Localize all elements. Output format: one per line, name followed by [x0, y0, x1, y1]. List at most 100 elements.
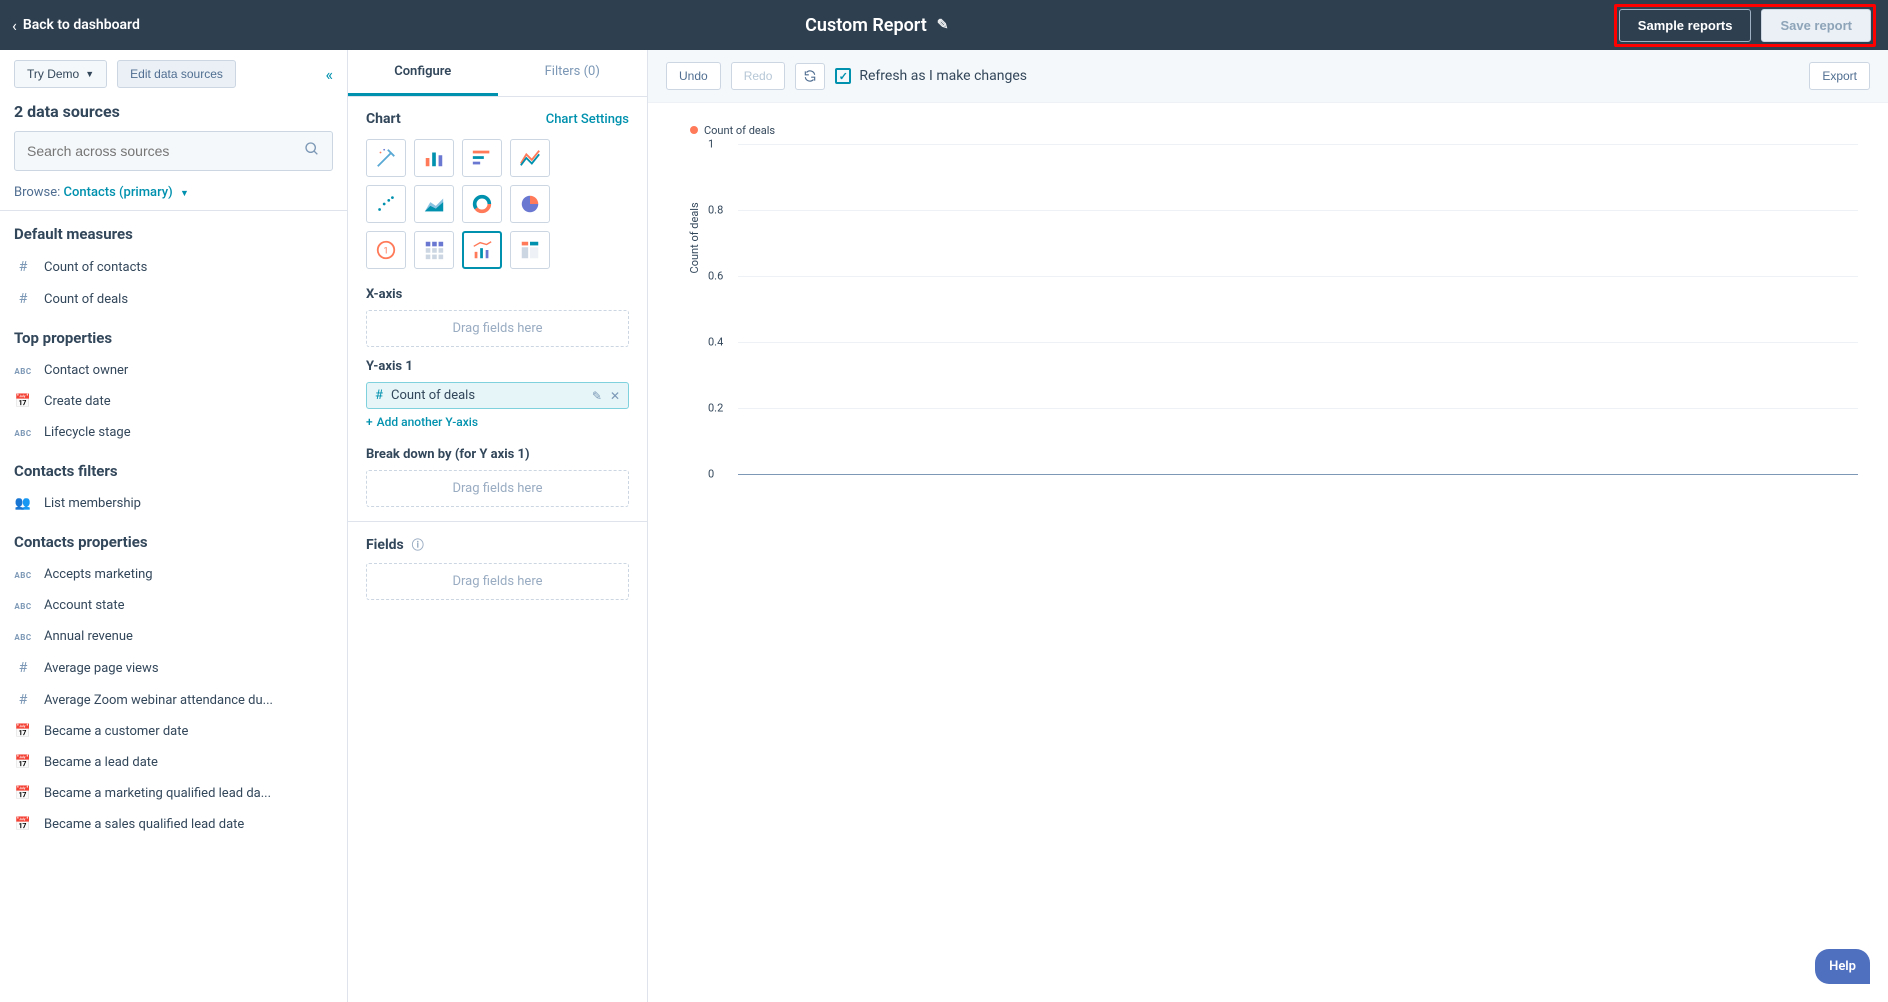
add-y-axis-link[interactable]: + Add another Y-axis	[366, 415, 478, 429]
refresh-button[interactable]	[795, 63, 825, 90]
export-button[interactable]: Export	[1809, 62, 1870, 90]
try-demo-button[interactable]: Try Demo ▼	[14, 60, 107, 88]
browse-source-dropdown[interactable]: Contacts (primary) ▼	[64, 185, 189, 200]
chart-settings-link[interactable]: Chart Settings	[546, 112, 629, 127]
field-list-membership[interactable]: List membership	[0, 488, 347, 519]
collapse-panel-icon[interactable]: «	[325, 65, 333, 84]
header-actions-highlight: Sample reports Save report	[1614, 4, 1876, 47]
y-axis-label: Y-axis 1	[366, 359, 629, 374]
browse-label: Browse:	[14, 185, 60, 200]
field-average-page-views[interactable]: Average page views	[0, 652, 347, 684]
plus-icon: +	[366, 415, 373, 429]
chevron-left-icon: ‹	[12, 16, 17, 35]
x-axis-line	[738, 474, 1858, 475]
field-became-sql-date[interactable]: Became a sales qualified lead date	[0, 809, 347, 840]
section-contacts-properties: Contacts properties	[0, 519, 347, 559]
chart-type-scatter[interactable]	[366, 185, 406, 223]
field-label: Became a customer date	[44, 724, 188, 739]
chart-type-line[interactable]	[510, 139, 550, 177]
edit-field-icon[interactable]: ✎	[592, 389, 602, 403]
search-input-wrap[interactable]	[14, 131, 333, 171]
field-label: Lifecycle stage	[44, 425, 131, 440]
search-input[interactable]	[27, 143, 304, 159]
y-axis-chip-label: Count of deals	[391, 388, 584, 403]
field-accepts-marketing[interactable]: Accepts marketing	[0, 559, 347, 590]
field-count-of-deals[interactable]: Count of deals	[0, 283, 347, 315]
chart-type-table[interactable]	[414, 231, 454, 269]
auto-refresh-toggle[interactable]: ✓ Refresh as I make changes	[835, 68, 1027, 84]
redo-button[interactable]: Redo	[731, 62, 786, 90]
field-became-lead-date[interactable]: Became a lead date	[0, 747, 347, 778]
field-label: Average Zoom webinar attendance du...	[44, 693, 273, 708]
date-icon	[14, 786, 32, 801]
field-label: Account state	[44, 598, 125, 613]
sample-reports-button[interactable]: Sample reports	[1619, 9, 1752, 42]
chart-type-pivot[interactable]	[510, 231, 550, 269]
section-default-measures: Default measures	[0, 211, 347, 251]
back-to-dashboard[interactable]: ‹ Back to dashboard	[12, 16, 140, 35]
legend-color-dot	[690, 126, 698, 134]
chart-legend: Count of deals	[690, 124, 775, 137]
y-axis-field-chip[interactable]: # Count of deals ✎ ✕	[366, 382, 629, 409]
chart-type-combo[interactable]	[462, 231, 502, 269]
chart-type-pie[interactable]	[510, 185, 550, 223]
field-contact-owner[interactable]: Contact owner	[0, 355, 347, 386]
field-account-state[interactable]: Account state	[0, 590, 347, 621]
legend-label: Count of deals	[704, 124, 775, 137]
date-icon	[14, 755, 32, 770]
info-icon[interactable]: ⓘ	[412, 536, 424, 553]
y-tick: 0.6	[708, 270, 723, 283]
data-sources-count: 2 data sources	[0, 98, 347, 131]
text-icon	[14, 426, 32, 439]
section-top-properties: Top properties	[0, 315, 347, 355]
chart-type-bar[interactable]	[414, 139, 454, 177]
help-button[interactable]: Help	[1815, 949, 1870, 984]
fields-scroll-area[interactable]: Default measures Count of contacts Count…	[0, 211, 347, 1002]
field-label: Contact owner	[44, 363, 128, 378]
fields-label: Fields	[366, 537, 404, 553]
field-average-zoom-attendance[interactable]: Average Zoom webinar attendance du...	[0, 684, 347, 716]
field-label: Create date	[44, 394, 111, 409]
field-label: List membership	[44, 496, 141, 511]
field-label: Accepts marketing	[44, 567, 153, 582]
save-report-button[interactable]: Save report	[1761, 9, 1871, 42]
number-icon: #	[375, 388, 383, 403]
field-label: Count of contacts	[44, 260, 147, 275]
fields-dropzone[interactable]: Drag fields here	[366, 563, 629, 600]
app-header: ‹ Back to dashboard Custom Report ✎ Samp…	[0, 0, 1888, 50]
chart-type-area[interactable]	[414, 185, 454, 223]
chart-heading: Chart	[366, 111, 401, 127]
chart-preview-panel: Undo Redo ✓ Refresh as I make changes Ex…	[648, 50, 1888, 1002]
field-lifecycle-stage[interactable]: Lifecycle stage	[0, 417, 347, 448]
edit-title-icon[interactable]: ✎	[937, 17, 949, 33]
try-demo-label: Try Demo	[27, 67, 79, 81]
number-icon	[14, 291, 32, 307]
fields-heading: Fields ⓘ	[366, 536, 424, 553]
chart-plot: Count of deals 1 0.8 0.6 0.4 0.2 0	[708, 144, 1858, 474]
field-count-of-contacts[interactable]: Count of contacts	[0, 251, 347, 283]
chart-type-hbar[interactable]	[462, 139, 502, 177]
search-icon	[304, 141, 320, 161]
field-annual-revenue[interactable]: Annual revenue	[0, 621, 347, 652]
text-icon	[14, 630, 32, 643]
chart-type-picker: 1	[366, 139, 629, 269]
tab-configure[interactable]: Configure	[348, 50, 498, 96]
undo-button[interactable]: Undo	[666, 62, 721, 90]
chart-type-kpi[interactable]: 1	[366, 231, 406, 269]
remove-field-icon[interactable]: ✕	[610, 389, 620, 403]
breakdown-dropzone[interactable]: Drag fields here	[366, 470, 629, 507]
chart-type-magic[interactable]	[366, 139, 406, 177]
report-title-wrap: Custom Report ✎	[805, 15, 948, 36]
field-label: Count of deals	[44, 292, 128, 307]
x-axis-dropzone[interactable]: Drag fields here	[366, 310, 629, 347]
text-icon	[14, 568, 32, 581]
text-icon	[14, 599, 32, 612]
edit-data-sources-button[interactable]: Edit data sources	[117, 60, 236, 88]
field-create-date[interactable]: Create date	[0, 386, 347, 417]
tab-filters[interactable]: Filters (0)	[498, 50, 648, 96]
browse-value: Contacts (primary)	[64, 185, 173, 200]
chart-type-donut[interactable]	[462, 185, 502, 223]
field-became-mql-date[interactable]: Became a marketing qualified lead da...	[0, 778, 347, 809]
field-became-customer-date[interactable]: Became a customer date	[0, 716, 347, 747]
date-icon	[14, 394, 32, 409]
